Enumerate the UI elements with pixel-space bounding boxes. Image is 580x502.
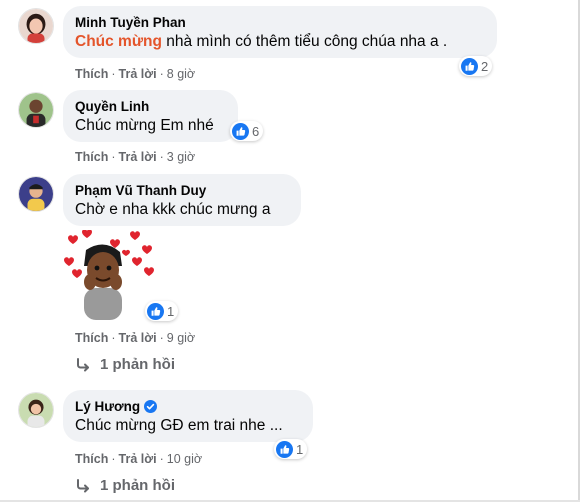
- reaction-count: 1: [167, 303, 175, 319]
- reply-link[interactable]: Trả lời: [119, 331, 157, 345]
- comment-text-highlight: Chúc mừng: [75, 33, 162, 50]
- replies-count-label: 1 phản hồi: [100, 356, 175, 373]
- comment-bubble: Minh Tuyền Phan Chúc mừng nhà mình có th…: [63, 6, 497, 58]
- avatar[interactable]: [18, 392, 54, 428]
- reply-arrow-icon: [77, 478, 89, 492]
- reaction-count: 1: [296, 441, 304, 457]
- comment-timestamp[interactable]: 8 giờ: [167, 67, 195, 81]
- comment-author[interactable]: Minh Tuyền Phan: [75, 14, 485, 31]
- comment-actions: Thích · Trả lời · 10 giờ: [75, 452, 203, 466]
- reply-link[interactable]: Trả lời: [119, 452, 157, 466]
- reaction-summary[interactable]: 1: [274, 439, 308, 459]
- like-link[interactable]: Thích: [75, 452, 108, 466]
- comment-bubble: Phạm Vũ Thanh Duy Chờ e nha kkk chúc mưn…: [63, 174, 301, 226]
- reaction-count: 6: [252, 123, 260, 139]
- comment-author-name: Lý Hương: [75, 399, 141, 414]
- comment-actions: Thích · Trả lời · 8 giờ: [75, 67, 196, 81]
- comment-author[interactable]: Lý Hương: [75, 398, 301, 415]
- like-link[interactable]: Thích: [75, 331, 108, 345]
- comment-text: Chúc mừng GĐ em trai nhe ...: [75, 417, 283, 434]
- avatar[interactable]: [18, 176, 54, 212]
- like-thumb-icon: [147, 302, 164, 320]
- comment-timestamp[interactable]: 10 giờ: [167, 452, 202, 466]
- comment-bubble: Quyền Linh Chúc mừng Em nhé: [63, 90, 238, 142]
- avatar-photo-icon: [19, 9, 53, 43]
- like-link[interactable]: Thích: [75, 150, 108, 164]
- comment-text: Chúc mừng Em nhé: [75, 117, 214, 134]
- replies-count-label: 1 phản hồi: [100, 477, 175, 494]
- avatar-photo-icon: [19, 393, 53, 427]
- reply-arrow-icon: [77, 357, 89, 371]
- comment-text: Chúc mừng nhà mình có thêm tiểu công chú…: [75, 31, 485, 52]
- comment-actions: Thích · Trả lời · 3 giờ: [75, 150, 196, 164]
- reply-link[interactable]: Trả lời: [119, 67, 157, 81]
- reply-link[interactable]: Trả lời: [119, 150, 157, 164]
- comment-text-body: nhà mình có thêm tiểu công chúa nha a .: [162, 33, 448, 50]
- like-thumb-icon: [461, 57, 478, 75]
- like-thumb-icon: [276, 440, 293, 458]
- comment-author[interactable]: Phạm Vũ Thanh Duy: [75, 182, 289, 199]
- reaction-summary[interactable]: 6: [230, 121, 264, 141]
- reaction-summary[interactable]: 2: [459, 56, 493, 76]
- like-thumb-icon: [232, 122, 249, 140]
- reaction-count: 2: [481, 58, 489, 74]
- reaction-summary[interactable]: 1: [145, 301, 179, 321]
- comment-author[interactable]: Quyền Linh: [75, 98, 226, 115]
- verified-badge-icon: [144, 400, 158, 413]
- avatar[interactable]: [18, 92, 54, 128]
- avatar[interactable]: [18, 8, 54, 44]
- comment-actions: Thích · Trả lời · 9 giờ: [75, 331, 196, 345]
- comment-timestamp[interactable]: 3 giờ: [167, 150, 195, 164]
- view-replies-link[interactable]: 1 phản hồi: [76, 477, 175, 494]
- avatar-photo-icon: [19, 93, 53, 127]
- comment-text: Chờ e nha kkk chúc mưng a: [75, 201, 271, 218]
- like-link[interactable]: Thích: [75, 67, 108, 81]
- avatar-photo-icon: [19, 177, 53, 211]
- view-replies-link[interactable]: 1 phản hồi: [76, 356, 175, 373]
- comment-bubble: Lý Hương Chúc mừng GĐ em trai nhe ...: [63, 390, 313, 442]
- comment-timestamp[interactable]: 9 giờ: [167, 331, 195, 345]
